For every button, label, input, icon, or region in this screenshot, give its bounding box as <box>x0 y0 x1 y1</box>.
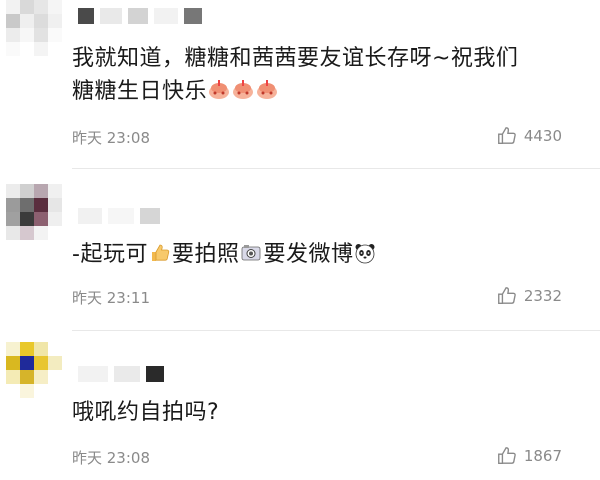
comment-item-3: 哦吼约自拍吗? 昨天 23:08 1867 <box>0 342 600 480</box>
username-blurred[interactable] <box>78 206 160 226</box>
camera-emoji <box>242 245 261 261</box>
username-blurred[interactable] <box>78 6 202 26</box>
comment-text-part-1: -起玩可 <box>72 242 148 267</box>
birthday-cake-emoji <box>257 80 278 99</box>
like-button[interactable]: 2332 <box>496 285 562 307</box>
comment-text-line: 哦吼约自拍吗? <box>72 400 220 425</box>
comment-text-line-2: 糖糖生日快乐 <box>72 79 208 104</box>
divider <box>72 168 600 169</box>
comment-text: 我就知道，糖糖和茜茜要友谊长存呀~祝我们 糖糖生日快乐 <box>72 42 590 108</box>
thumbs-up-outline-icon <box>497 287 516 305</box>
comment-meta: 昨天 23:11 2332 <box>72 285 590 307</box>
comment-meta: 昨天 23:08 4430 <box>72 125 590 147</box>
avatar[interactable] <box>6 184 62 240</box>
username-blurred[interactable] <box>78 364 164 384</box>
comment-feed: 我就知道，糖糖和茜茜要友谊长存呀~祝我们 糖糖生日快乐 昨天 23:08 443… <box>0 0 600 480</box>
like-count: 1867 <box>523 447 562 465</box>
comment-time: 昨天 23:08 <box>72 129 150 147</box>
comment-item-1: 我就知道，糖糖和茜茜要友谊长存呀~祝我们 糖糖生日快乐 昨天 23:08 443… <box>0 0 600 160</box>
thumbs-up-outline-icon <box>497 447 516 465</box>
comment-text: -起玩可 要拍照 要发微博 <box>72 238 590 271</box>
comment-item-2: -起玩可 要拍照 要发微博 昨天 23:11 2332 <box>0 184 600 324</box>
thumbs-up-emoji <box>151 244 170 261</box>
comment-text-part-3: 要发微博 <box>263 242 354 267</box>
like-count: 4430 <box>523 127 562 145</box>
thumbs-up-outline-icon <box>497 127 516 145</box>
divider <box>72 330 600 331</box>
comment-text: 哦吼约自拍吗? <box>72 396 590 429</box>
avatar[interactable] <box>6 342 62 398</box>
comment-text-part-2: 要拍照 <box>171 242 240 267</box>
like-count: 2332 <box>523 287 562 305</box>
birthday-cake-emoji <box>233 80 254 99</box>
like-button[interactable]: 1867 <box>496 445 562 467</box>
panda-emoji <box>355 244 375 264</box>
comment-time: 昨天 23:11 <box>72 289 150 307</box>
comment-text-line-1: 我就知道，糖糖和茜茜要友谊长存呀~祝我们 <box>72 46 519 71</box>
like-button[interactable]: 4430 <box>496 125 562 147</box>
birthday-cake-emoji <box>209 80 230 99</box>
avatar[interactable] <box>6 0 62 56</box>
comment-meta: 昨天 23:08 1867 <box>72 445 590 467</box>
comment-time: 昨天 23:08 <box>72 449 150 467</box>
